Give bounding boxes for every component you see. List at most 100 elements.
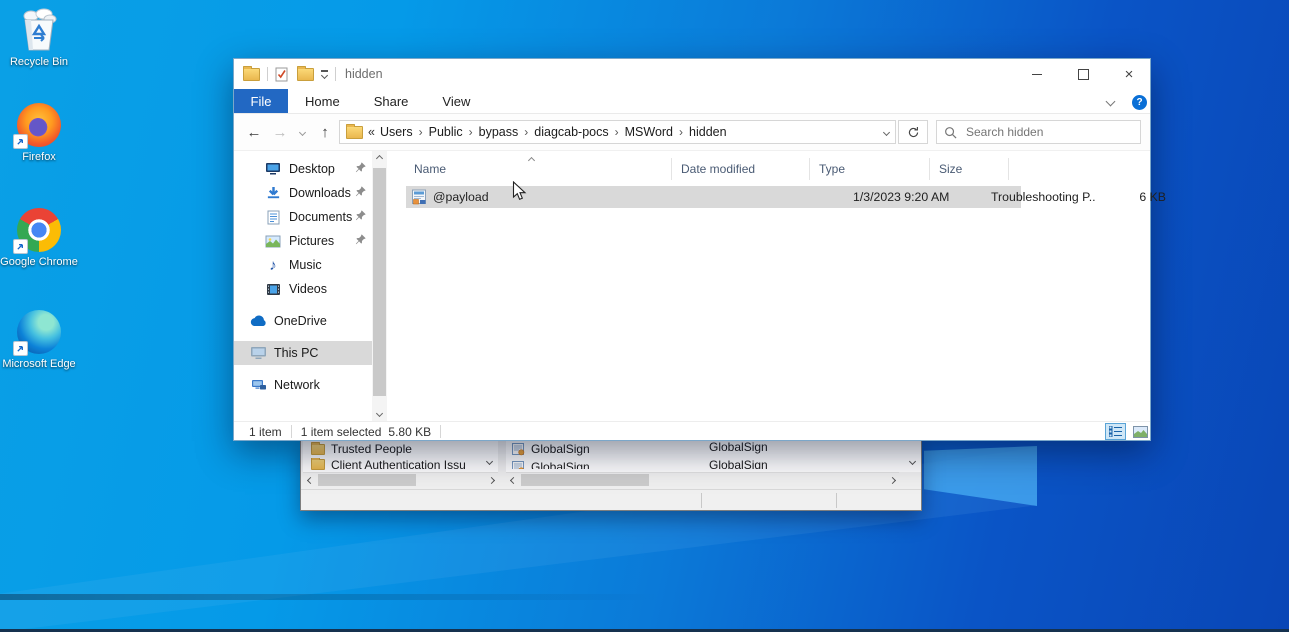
qat-properties-button[interactable] — [275, 67, 288, 82]
sidebar-scrollbar[interactable] — [372, 151, 387, 421]
folder-icon — [311, 441, 325, 455]
hscrollbar-thumb[interactable] — [318, 474, 416, 486]
scroll-down-arrow[interactable] — [905, 454, 920, 469]
wallpaper-shadow-band — [0, 594, 660, 600]
breadcrumb-item[interactable]: diagcab-pocs — [534, 125, 608, 139]
certmgr-cert-row[interactable]: GlobalSign GlobalSign — [506, 440, 921, 458]
certmgr-tree-item[interactable]: Trusted People — [303, 440, 498, 458]
sidebar-item-videos[interactable]: Videos — [234, 277, 372, 301]
forward-button[interactable]: → — [268, 114, 292, 151]
scroll-left-arrow[interactable] — [506, 473, 520, 488]
up-button[interactable]: ↑ — [314, 114, 336, 151]
desktop-icon-label: Firefox — [22, 151, 56, 163]
file-type: Troubleshooting P... — [991, 190, 1096, 204]
tab-share[interactable]: Share — [357, 89, 426, 113]
search-box[interactable] — [936, 120, 1141, 144]
file-name: @payload — [433, 190, 489, 204]
downloads-icon — [264, 185, 282, 202]
qat-customize-arrow[interactable] — [320, 70, 329, 79]
details-view-button[interactable] — [1105, 423, 1126, 440]
desktop-icon-label: Microsoft Edge — [2, 358, 76, 370]
desktop-icon-recycle-bin[interactable]: Recycle Bin — [0, 8, 78, 69]
sidebar-item-this-pc[interactable]: This PC — [234, 341, 372, 365]
certmgr-tree-item[interactable]: Client Authentication Issu — [303, 458, 498, 471]
certmgr-tree-pane: Trusted People Client Authentication Iss… — [303, 437, 498, 472]
troubleshooting-pack-icon — [411, 189, 427, 208]
shortcut-arrow-icon — [13, 341, 28, 356]
hscrollbar-thumb[interactable] — [521, 474, 649, 486]
minimize-button[interactable] — [1014, 59, 1060, 89]
pin-icon — [355, 234, 366, 248]
scroll-up-arrow[interactable] — [372, 151, 387, 166]
tab-home[interactable]: Home — [288, 89, 357, 113]
scroll-left-arrow[interactable] — [303, 473, 317, 488]
scroll-right-arrow[interactable] — [484, 473, 498, 488]
breadcrumb-item[interactable]: Public — [429, 125, 463, 139]
edge-icon — [13, 310, 61, 356]
scroll-down-arrow[interactable] — [372, 406, 387, 421]
thumbnails-view-icon — [1133, 425, 1148, 438]
title-bar[interactable]: hidden × — [234, 59, 1150, 89]
address-bar[interactable]: « Users › Public › bypass › diagcab-pocs… — [339, 120, 896, 144]
desktop-icon-microsoft-edge[interactable]: Microsoft Edge — [0, 310, 78, 371]
certmgr-cert-row[interactable]: GlobalSign GlobalSign — [506, 458, 921, 469]
qat-new-folder-button[interactable] — [297, 65, 314, 81]
column-header-type[interactable]: Type — [819, 157, 845, 181]
address-folder-icon — [346, 123, 363, 139]
sidebar-item-onedrive[interactable]: OneDrive — [234, 309, 372, 333]
file-row-payload[interactable]: @payload 1/3/2023 9:20 AM Troubleshootin… — [406, 186, 1166, 208]
breadcrumb-overflow[interactable]: « — [368, 125, 375, 139]
chrome-icon — [13, 208, 61, 254]
sidebar-item-pictures[interactable]: Pictures — [234, 229, 372, 253]
column-header-size[interactable]: Size — [939, 157, 962, 181]
scroll-right-arrow[interactable] — [885, 473, 899, 488]
network-icon — [249, 377, 267, 394]
recent-locations-chevron[interactable] — [294, 114, 310, 151]
breadcrumb-item[interactable]: Users — [380, 125, 413, 139]
breadcrumb-item[interactable]: MSWord — [625, 125, 673, 139]
music-note-icon: ♪ — [269, 256, 277, 274]
address-dropdown-chevron[interactable] — [882, 128, 891, 136]
search-icon — [945, 126, 957, 138]
pictures-icon — [264, 233, 282, 250]
breadcrumb-item[interactable]: bypass — [479, 125, 519, 139]
desktop-icon-firefox[interactable]: Firefox — [0, 103, 78, 164]
sidebar-item-downloads[interactable]: Downloads — [234, 181, 372, 205]
close-button[interactable]: × — [1106, 59, 1152, 89]
breadcrumb-item[interactable]: hidden — [689, 125, 727, 139]
ribbon-tabs: File Home Share View — [234, 89, 1150, 114]
pin-icon — [355, 210, 366, 224]
certificate-icon — [512, 442, 525, 455]
file-size: 6 KB — [1139, 190, 1166, 204]
column-header-date-modified[interactable]: Date modified — [681, 157, 755, 181]
search-input[interactable] — [964, 124, 1118, 140]
certmgr-tree-hscrollbar[interactable] — [303, 472, 498, 488]
sidebar-item-documents[interactable]: Documents — [234, 205, 372, 229]
window-folder-icon — [243, 65, 260, 81]
column-header-name[interactable]: Name — [414, 157, 446, 181]
help-icon[interactable]: ? — [1132, 95, 1147, 110]
recycle-bin-icon — [17, 8, 61, 52]
scroll-down-arrow[interactable] — [482, 454, 497, 469]
tab-view[interactable]: View — [425, 89, 487, 113]
sidebar-item-desktop[interactable]: Desktop — [234, 157, 372, 181]
sort-ascending-caret — [527, 150, 536, 168]
expand-ribbon-chevron[interactable] — [1105, 96, 1116, 106]
sidebar-item-network[interactable]: Network — [234, 373, 372, 397]
pin-icon — [355, 186, 366, 200]
certificate-icon — [512, 460, 525, 469]
desktop-icon-google-chrome[interactable]: Google Chrome — [0, 208, 78, 269]
back-button[interactable]: ← — [242, 114, 266, 151]
onedrive-cloud-icon — [249, 313, 267, 330]
desktop-monitor-icon — [264, 161, 282, 178]
thumbnails-view-button[interactable] — [1130, 423, 1151, 440]
vscrollbar-thumb[interactable] — [373, 168, 386, 396]
maximize-button[interactable] — [1060, 59, 1106, 89]
desktop: Recycle Bin Firefox Google Chrome Micros… — [0, 0, 1289, 632]
certmgr-window: Trusted People Client Authentication Iss… — [300, 436, 922, 511]
certmgr-list-hscrollbar[interactable] — [506, 472, 899, 488]
refresh-button[interactable] — [898, 120, 928, 144]
tab-file[interactable]: File — [234, 89, 288, 113]
certmgr-status-bar — [301, 489, 921, 510]
sidebar-item-music[interactable]: ♪ Music — [234, 253, 372, 277]
